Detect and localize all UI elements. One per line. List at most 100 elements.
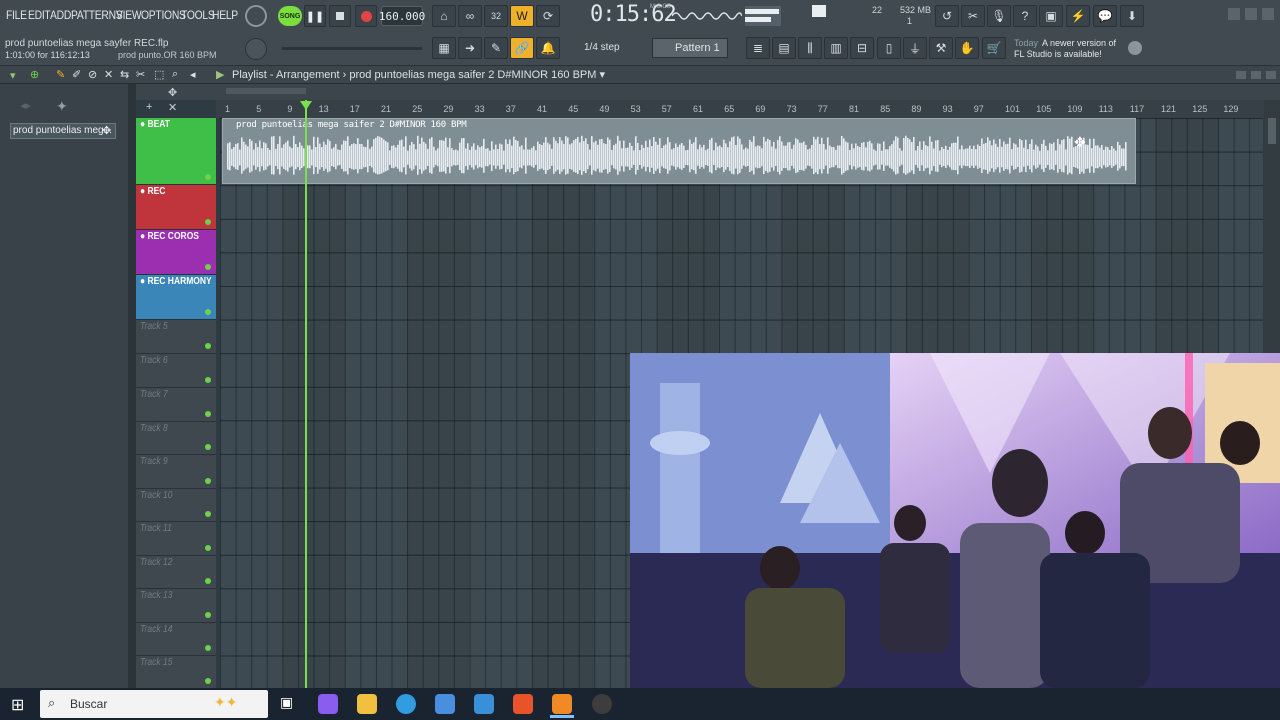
pencil-tool-icon[interactable]: ✎ — [56, 68, 65, 81]
file-explorer-icon[interactable] — [357, 694, 377, 714]
pattern-selector[interactable]: Pattern 1 — [652, 38, 728, 58]
track-header[interactable]: ● REC HARMONY — [136, 275, 216, 320]
track-header[interactable]: ● REC — [136, 185, 216, 230]
track-header[interactable]: Track 13 — [136, 589, 216, 623]
track-activity-led-icon[interactable] — [205, 545, 211, 551]
zoom-tool-icon[interactable]: ⌕ — [172, 68, 178, 81]
track-header[interactable]: Track 7 — [136, 388, 216, 422]
track-activity-led-icon[interactable] — [205, 511, 211, 517]
loop-record-button[interactable]: ⟳ — [536, 5, 560, 27]
close-button[interactable] — [1262, 8, 1274, 20]
record-button[interactable] — [355, 5, 377, 27]
blend-recording-button[interactable]: W — [510, 5, 534, 27]
playlist-button[interactable]: ≣ — [746, 37, 770, 59]
remove-track-icon[interactable]: ✕ — [168, 101, 177, 114]
track-header[interactable]: Track 11 — [136, 522, 216, 556]
track-header[interactable]: ● BEAT — [136, 118, 216, 185]
chat-button[interactable]: 💬 — [1093, 5, 1117, 27]
track-activity-led-icon[interactable] — [205, 645, 211, 651]
playlist-play-icon[interactable]: ▶ — [216, 68, 224, 81]
piano-roll-view-button[interactable]: ▥ — [824, 37, 848, 59]
playhead[interactable] — [305, 100, 307, 688]
track-activity-led-icon[interactable] — [205, 578, 211, 584]
maximize-button[interactable] — [1245, 8, 1257, 20]
pitch-knob[interactable] — [245, 38, 267, 60]
copilot-icon[interactable] — [318, 694, 338, 714]
track-activity-led-icon[interactable] — [205, 444, 211, 450]
pause-button[interactable]: ❚❚ — [304, 5, 326, 27]
delete-tool-icon[interactable]: ⊘ — [88, 68, 97, 81]
task-view-icon[interactable]: ▣ — [280, 694, 293, 711]
outlook-icon[interactable] — [474, 694, 494, 714]
piano-roll-button[interactable]: ▦ — [432, 37, 456, 59]
brave-icon[interactable] — [513, 694, 533, 714]
paint-tool-icon[interactable]: ✐ — [72, 68, 81, 81]
channel-rack-button[interactable]: ▤ — [772, 37, 796, 59]
playback-tool-icon[interactable]: ◂ — [190, 68, 196, 81]
store-icon[interactable] — [435, 694, 455, 714]
mute-tool-icon[interactable]: ✕ — [104, 68, 113, 81]
tools-button[interactable]: ✋ — [955, 37, 979, 59]
add-track-icon[interactable]: + — [146, 101, 152, 113]
metronome-button[interactable]: ⌂ — [432, 5, 456, 27]
track-header[interactable]: Track 5 — [136, 320, 216, 354]
fl-studio-taskbar-icon[interactable] — [552, 694, 572, 714]
menu-file[interactable]: FILE — [6, 8, 27, 22]
metronome-alt-button[interactable]: 🔔 — [536, 37, 560, 59]
playlist-minimize-button[interactable] — [1236, 71, 1246, 79]
playlist-close-button[interactable] — [1266, 71, 1276, 79]
news-settings-icon[interactable] — [1128, 41, 1142, 55]
slip-tool-icon[interactable]: ⇆ — [120, 68, 129, 81]
touch-keyboard-button[interactable]: ⚒ — [929, 37, 953, 59]
tempo-display[interactable]: 160.000 — [379, 6, 425, 26]
horizontal-scroll-thumb[interactable] — [226, 88, 306, 94]
track-header[interactable]: ● REC COROS — [136, 230, 216, 275]
track-activity-led-icon[interactable] — [205, 678, 211, 684]
menu-view[interactable]: VIEW — [116, 8, 142, 22]
undo-button[interactable]: ↺ — [935, 5, 959, 27]
track-header[interactable]: Track 15 — [136, 656, 216, 689]
shop-button[interactable]: 🛒 — [982, 37, 1006, 59]
magnet-icon[interactable]: ⊕ — [30, 68, 39, 81]
slice-tool-icon[interactable]: ✂ — [136, 68, 145, 81]
save-button[interactable]: ▣ — [1039, 5, 1063, 27]
menu-edit[interactable]: EDIT — [28, 8, 51, 22]
track-activity-led-icon[interactable] — [205, 343, 211, 349]
track-activity-led-icon[interactable] — [205, 478, 211, 484]
browser-button[interactable]: ⊟ — [850, 37, 874, 59]
track-header[interactable]: Track 6 — [136, 354, 216, 388]
vertical-scroll-thumb[interactable] — [1268, 118, 1276, 144]
countdown-button[interactable]: 32 — [484, 5, 508, 27]
menu-patterns[interactable]: PATTERNS — [71, 8, 123, 22]
link-button[interactable]: 🔗 — [510, 37, 534, 59]
help-button[interactable]: ? — [1013, 5, 1037, 27]
track-activity-led-icon[interactable] — [205, 309, 211, 315]
menu-options[interactable]: OPTIONS — [141, 8, 186, 22]
news-text-line2[interactable]: FL Studio is available! — [1014, 49, 1102, 59]
track-activity-led-icon[interactable] — [205, 219, 211, 225]
minimize-button[interactable] — [1228, 8, 1240, 20]
stop-button[interactable] — [329, 5, 351, 27]
playlist-maximize-button[interactable] — [1251, 71, 1261, 79]
menu-add[interactable]: ADD — [50, 8, 71, 22]
track-header[interactable]: Track 12 — [136, 556, 216, 589]
draw-button[interactable]: ✎ — [484, 37, 508, 59]
master-volume-knob[interactable] — [245, 5, 267, 27]
obs-icon[interactable] — [592, 694, 612, 714]
track-header[interactable]: Track 8 — [136, 422, 216, 455]
plugin-button[interactable]: ⚡ — [1066, 5, 1090, 27]
browser-options-icon[interactable]: ✦ — [56, 98, 68, 115]
windows-start-icon[interactable]: ⊞ — [11, 695, 24, 715]
wait-for-input-button[interactable]: ∞ — [458, 5, 482, 27]
zoom-handle-icon[interactable]: ✥ — [168, 86, 177, 99]
browser-nav-icon[interactable]: ◂▸ — [20, 99, 31, 112]
track-header[interactable]: Track 10 — [136, 489, 216, 522]
mixer-button[interactable]: ⫼ — [798, 37, 822, 59]
track-activity-led-icon[interactable] — [205, 174, 211, 180]
track-header[interactable]: Track 14 — [136, 623, 216, 656]
menu-help[interactable]: HELP — [212, 8, 238, 22]
snap-step-select[interactable]: 1/4 step — [580, 38, 638, 58]
browser-selected-item[interactable]: prod puntoelias meg... — [10, 123, 116, 139]
news-text-line1[interactable]: A newer version of — [1042, 38, 1116, 49]
plugin-db-button[interactable]: ▯ — [877, 37, 901, 59]
